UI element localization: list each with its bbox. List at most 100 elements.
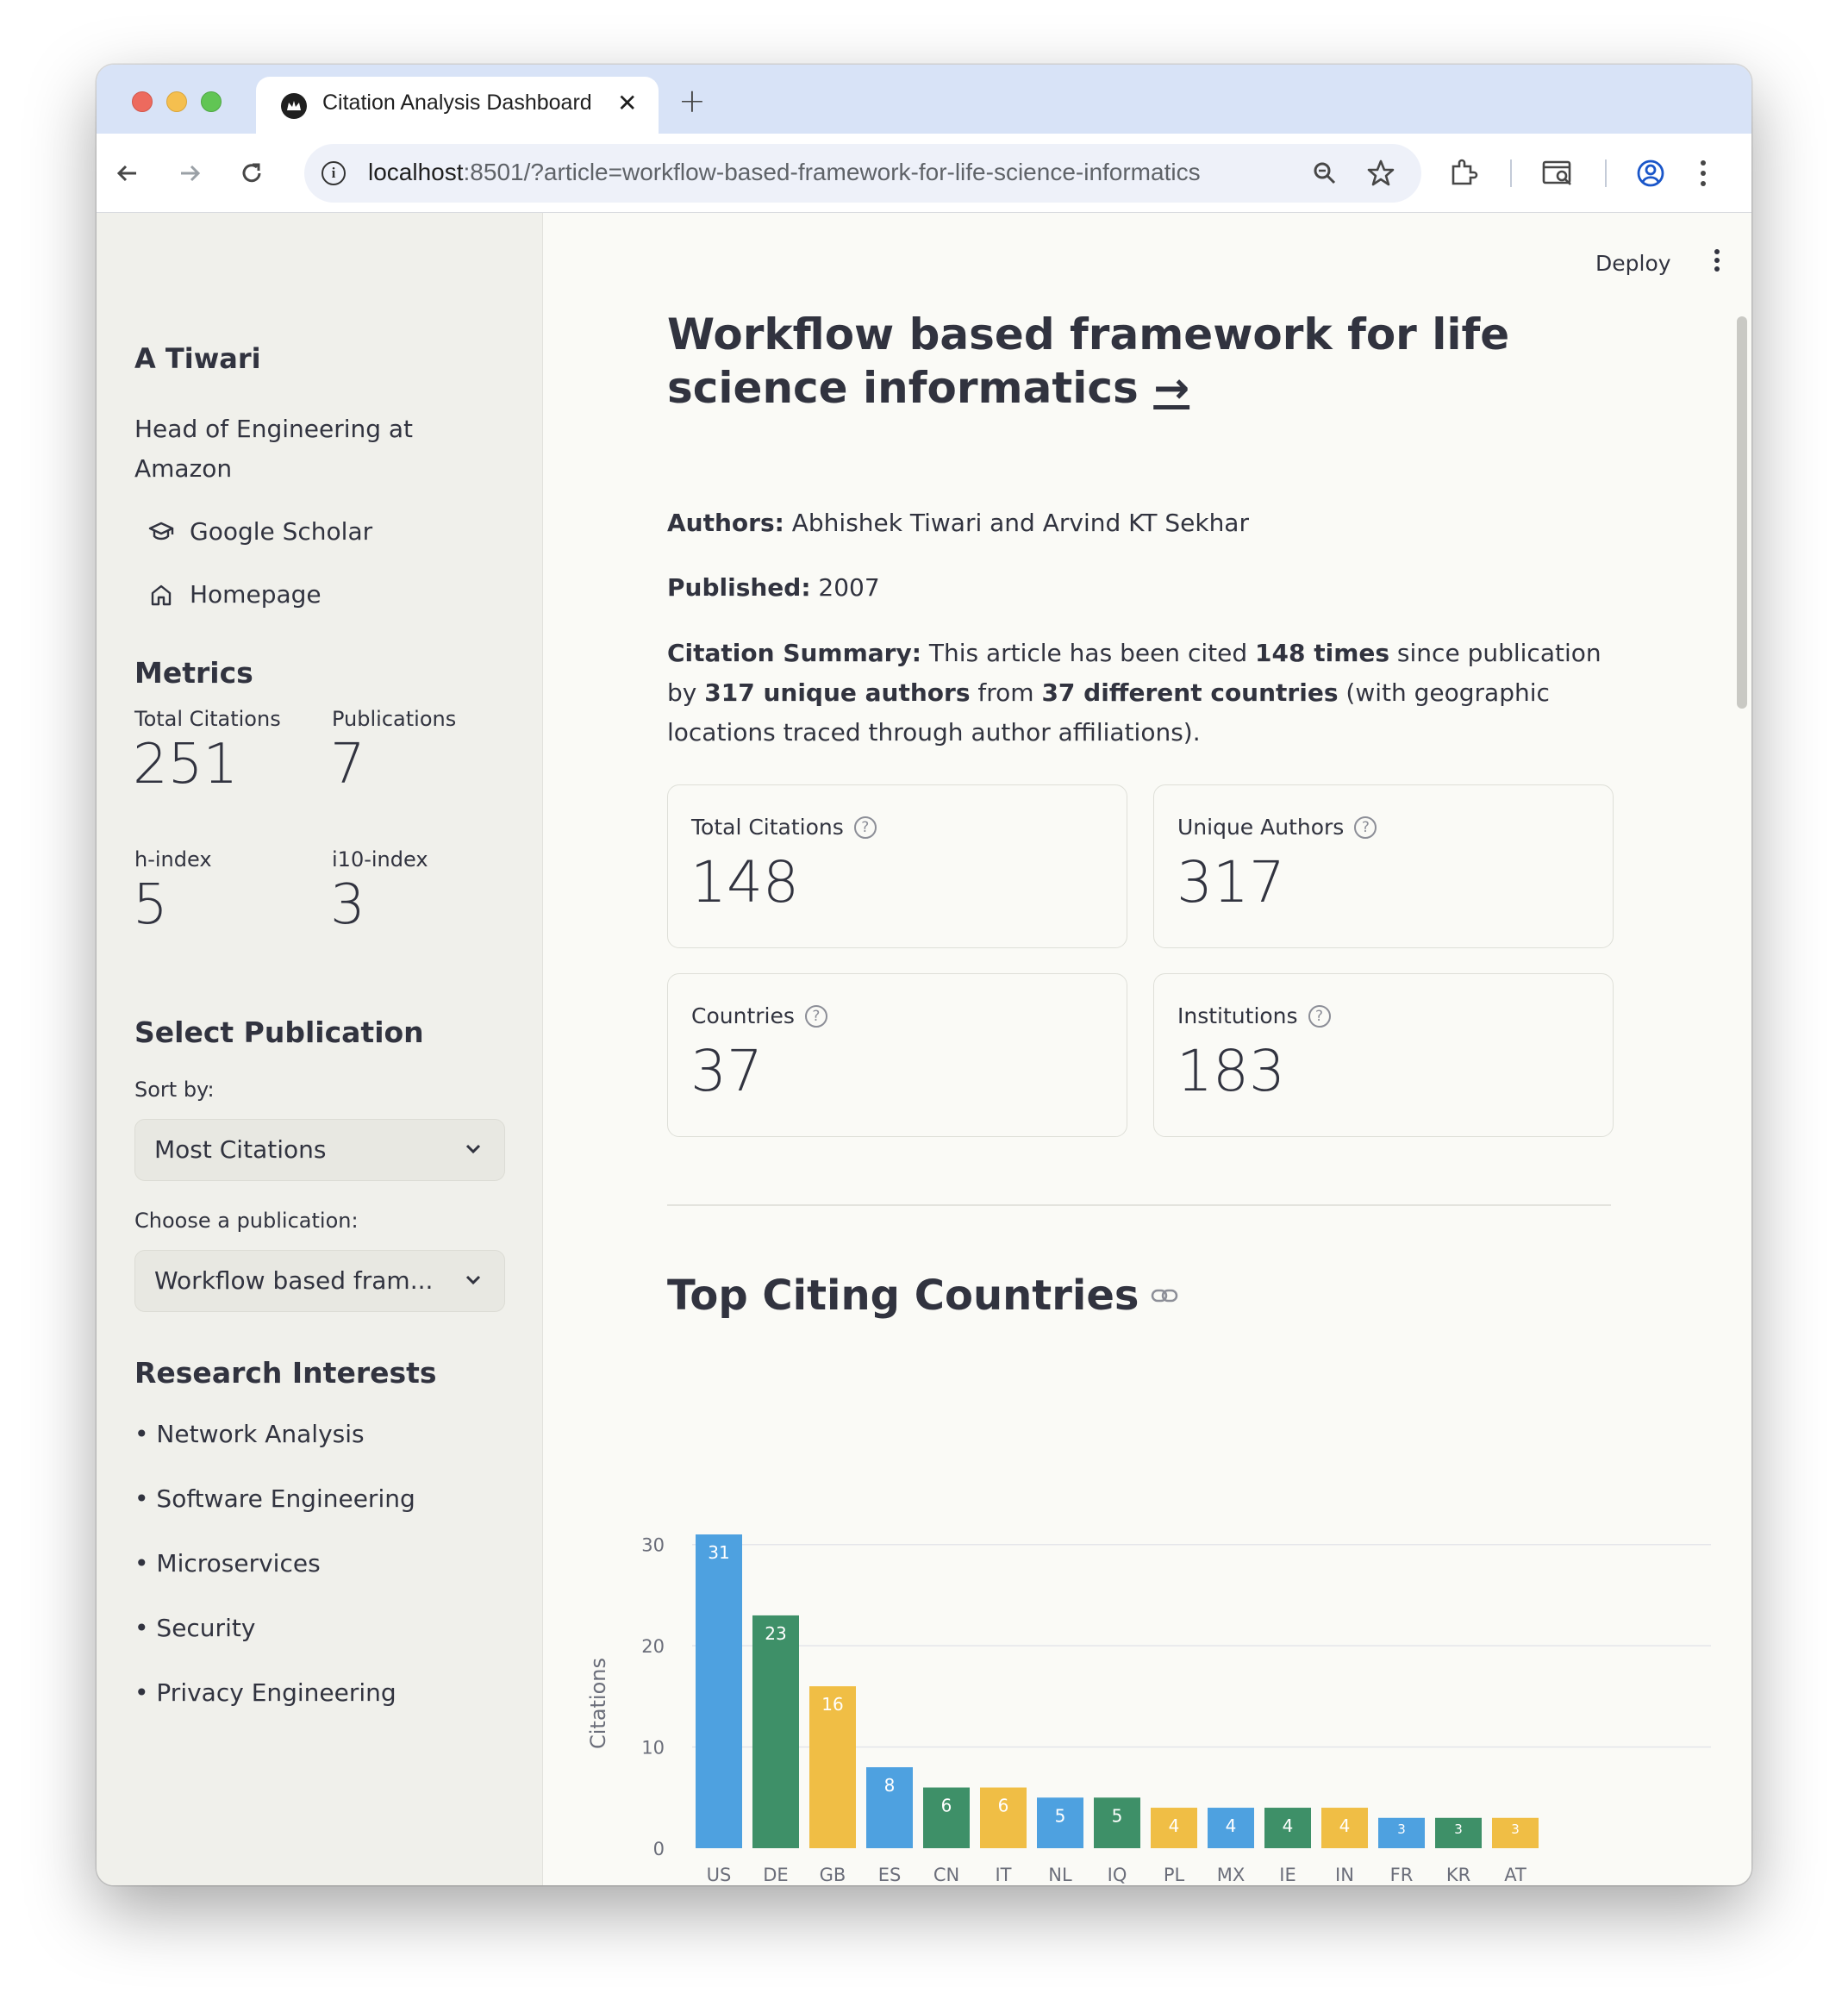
top-countries-chart: 0 10 20 30 31 US 23 DE 16 GB 8 ES 6 CN 6 IT 5 NL 5 IQ 4 PL 4 MX… (586, 1534, 1711, 1885)
data-label: 6 (941, 1796, 952, 1816)
metric-label: h-index (134, 847, 212, 872)
metrics-heading: Metrics (134, 656, 253, 690)
chevron-down-icon (465, 1144, 481, 1154)
x-tick-label: IN (1335, 1865, 1354, 1885)
x-tick-label: ES (878, 1865, 902, 1885)
bookmark-star-icon[interactable] (1366, 159, 1395, 188)
y-axis-label: Citations (586, 1658, 610, 1749)
browser-toolbar: i localhost:8501/?article=workflow-based… (97, 134, 1751, 213)
metric-value: 7 (330, 733, 365, 797)
metric-value: 3 (330, 873, 365, 937)
data-label: 3 (1511, 1821, 1520, 1837)
metric-value: 251 (133, 733, 239, 797)
minimize-window-button[interactable] (166, 91, 187, 112)
profile-avatar-icon[interactable] (1635, 158, 1666, 189)
tab-title: Citation Analysis Dashboard (322, 91, 592, 115)
sort-by-value: Most Citations (154, 1135, 327, 1164)
data-label: 3 (1454, 1821, 1463, 1837)
x-tick-label: IQ (1108, 1865, 1127, 1885)
metric-value: 5 (133, 873, 168, 937)
interest-item: • Software Engineering (134, 1484, 415, 1513)
y-tick-label: 10 (641, 1738, 665, 1759)
url-text: localhost:8501/?article=workflow-based-f… (368, 159, 1201, 186)
y-tick-label: 20 (641, 1636, 665, 1657)
sort-by-label: Sort by: (134, 1078, 215, 1102)
window-controls (132, 91, 222, 112)
research-interests-heading: Research Interests (134, 1356, 437, 1390)
x-tick-label: KR (1446, 1865, 1470, 1885)
homepage-link[interactable]: Homepage (148, 580, 322, 609)
data-label: 5 (1112, 1805, 1123, 1826)
main-content: Deploy Workflow based framework for life… (544, 213, 1751, 1885)
x-tick-label: GB (820, 1865, 846, 1885)
google-scholar-link[interactable]: Google Scholar (148, 517, 372, 546)
tab-search-icon[interactable] (1541, 158, 1576, 189)
data-label: 5 (1055, 1805, 1066, 1826)
browser-tab[interactable]: Citation Analysis Dashboard ✕ (256, 77, 659, 134)
metric-label: Publications (332, 707, 457, 731)
publication-select[interactable]: Workflow based fram... (134, 1250, 505, 1312)
toolbar-separator (1605, 159, 1607, 187)
chevron-down-icon (465, 1275, 481, 1285)
data-label: 8 (884, 1775, 896, 1796)
sidebar: A Tiwari Head of Engineering at Amazon G… (97, 213, 543, 1885)
y-tick-label: 30 (641, 1535, 665, 1556)
select-publication-heading: Select Publication (134, 1015, 424, 1049)
interest-item: • Network Analysis (134, 1420, 365, 1448)
x-tick-label: CN (933, 1865, 959, 1885)
close-tab-icon[interactable]: ✕ (617, 89, 637, 117)
google-scholar-label: Google Scholar (190, 517, 373, 546)
streamlit-favicon-icon (281, 93, 307, 119)
x-tick-label: AT (1504, 1865, 1526, 1885)
metric-label: Total Citations (134, 707, 281, 731)
back-arrow-icon[interactable] (114, 159, 141, 187)
zoom-icon[interactable] (1311, 159, 1339, 187)
metric-label: i10-index (332, 847, 428, 872)
choose-publication-label: Choose a publication: (134, 1209, 359, 1233)
data-label: 4 (1339, 1815, 1351, 1836)
author-name: A Tiwari (134, 342, 261, 375)
x-tick-label: IE (1279, 1865, 1295, 1885)
data-label: 16 (821, 1694, 843, 1715)
browser-window: Citation Analysis Dashboard ✕ + i localh… (97, 65, 1751, 1885)
data-label: 31 (708, 1542, 729, 1563)
address-bar[interactable]: i localhost:8501/?article=workflow-based… (304, 144, 1421, 203)
site-info-icon[interactable]: i (322, 161, 346, 185)
close-window-button[interactable] (132, 91, 153, 112)
x-tick-label: US (707, 1865, 732, 1885)
browser-menu-icon[interactable] (1698, 158, 1708, 189)
interest-item: • Microservices (134, 1549, 321, 1578)
x-tick-label: PL (1164, 1865, 1185, 1885)
forward-arrow-icon[interactable] (176, 159, 203, 187)
data-label: 4 (1169, 1815, 1180, 1836)
x-tick-label: FR (1390, 1865, 1414, 1885)
data-label: 4 (1283, 1815, 1294, 1836)
toolbar-separator (1510, 159, 1512, 187)
graduation-cap-icon (148, 522, 174, 540)
reload-icon[interactable] (238, 159, 265, 187)
interest-item: • Security (134, 1614, 256, 1642)
x-tick-label: NL (1048, 1865, 1072, 1885)
home-icon (151, 584, 172, 605)
x-tick-label: MX (1217, 1865, 1246, 1885)
data-label: 6 (998, 1796, 1009, 1816)
interest-item: • Privacy Engineering (134, 1678, 396, 1707)
data-label: 3 (1397, 1821, 1406, 1837)
x-tick-label: IT (995, 1865, 1011, 1885)
url-host: localhost (368, 159, 464, 185)
author-role: Head of Engineering at Amazon (134, 415, 414, 483)
sort-by-select[interactable]: Most Citations (134, 1119, 505, 1181)
url-path: :8501/?article=workflow-based-framework-… (463, 159, 1201, 185)
new-tab-button[interactable]: + (678, 82, 706, 120)
data-label: 23 (765, 1623, 786, 1644)
tab-strip: Citation Analysis Dashboard ✕ + (97, 65, 1751, 134)
bar-DE (752, 1615, 799, 1848)
extensions-icon[interactable] (1448, 158, 1479, 189)
maximize-window-button[interactable] (201, 91, 222, 112)
publication-select-value: Workflow based fram... (154, 1266, 434, 1295)
bar-US (696, 1534, 742, 1848)
y-tick-label: 0 (653, 1839, 665, 1859)
homepage-label: Homepage (190, 580, 322, 609)
x-tick-label: DE (763, 1865, 788, 1885)
data-label: 4 (1226, 1815, 1237, 1836)
